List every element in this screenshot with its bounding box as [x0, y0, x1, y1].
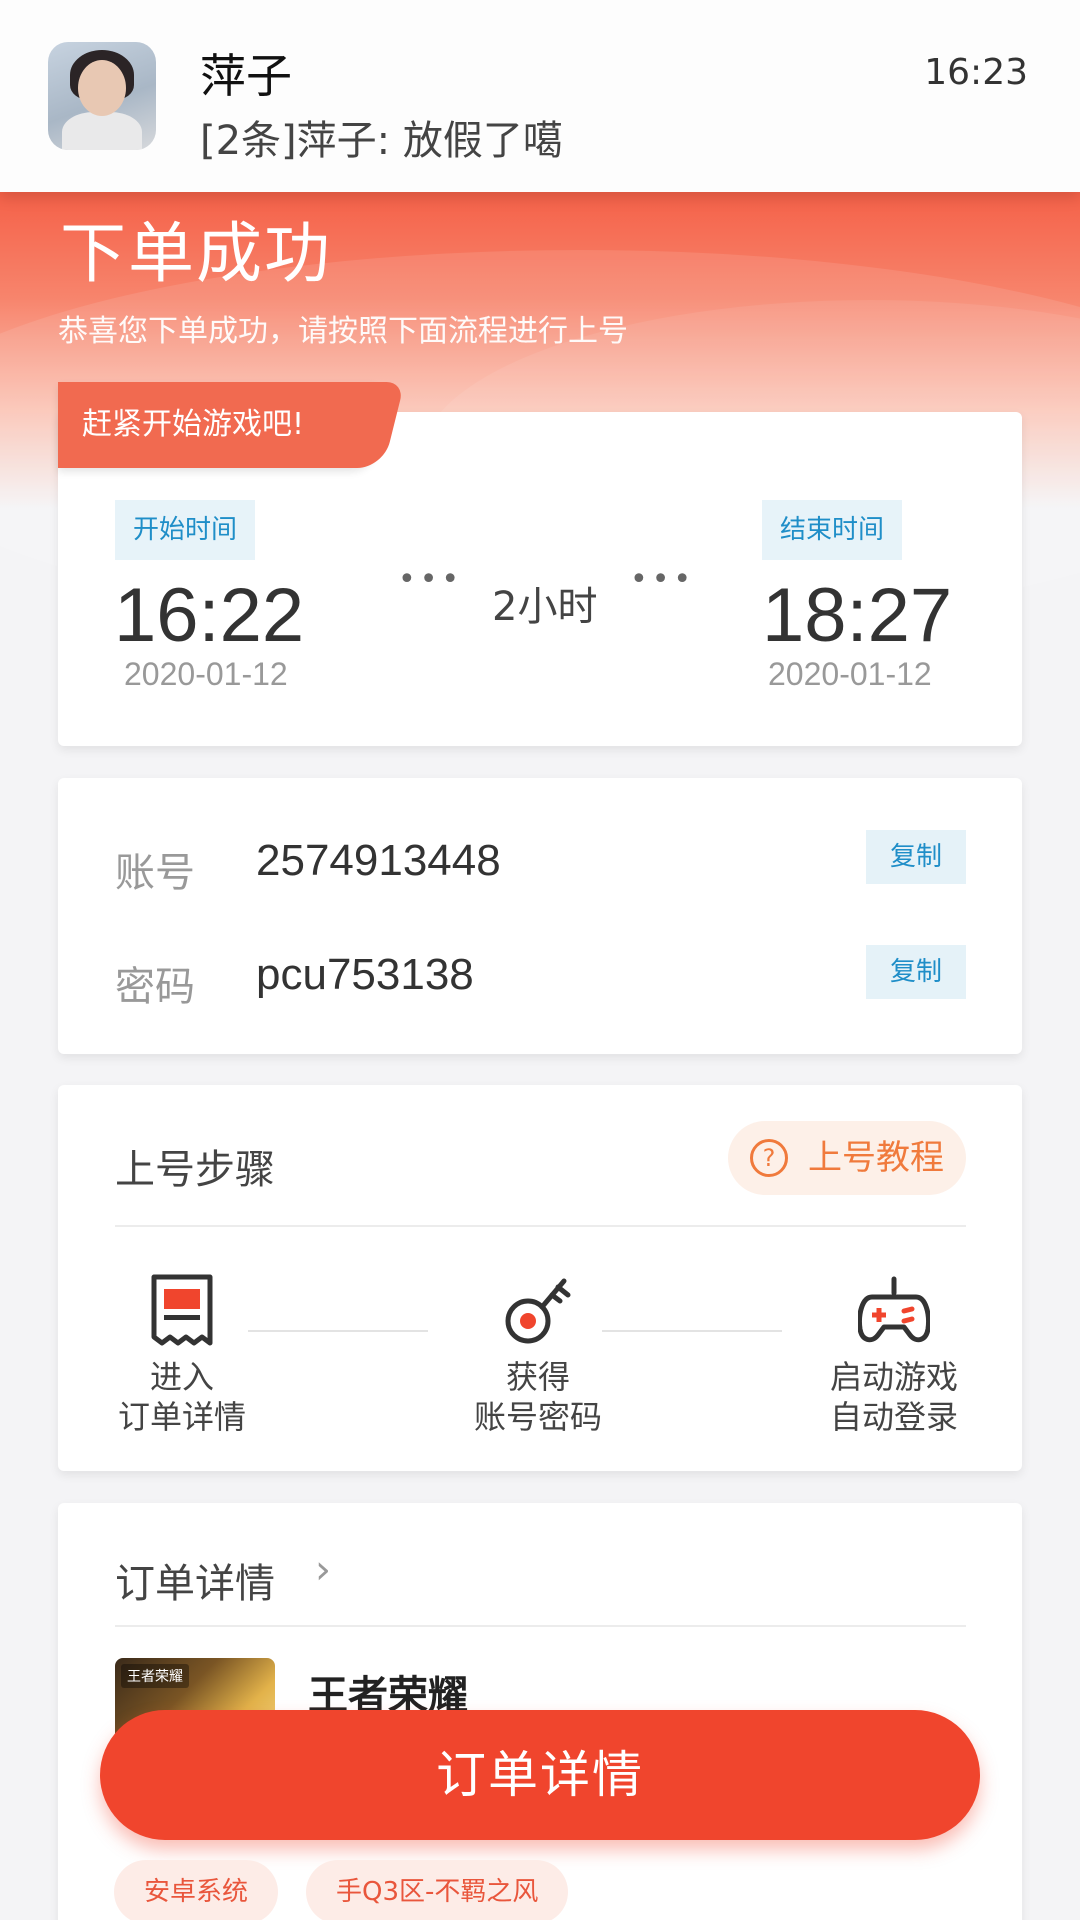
- end-date: 2020-01-12: [768, 656, 932, 692]
- step-label-order-detail: 进入 订单详情: [82, 1357, 282, 1437]
- gamepad-icon: [858, 1276, 930, 1343]
- duration-label: 2小时: [492, 584, 598, 630]
- key-icon: [505, 1278, 571, 1344]
- start-time-tag: 开始时间: [115, 500, 256, 560]
- step-label-account: 获得 账号密码: [438, 1357, 638, 1437]
- step-connector: [248, 1330, 428, 1332]
- chevron-right-icon: ›: [315, 1547, 331, 1593]
- step-label-line: 启动游戏: [829, 1358, 958, 1396]
- tutorial-label: 上号教程: [808, 1138, 944, 1178]
- avatar: [48, 42, 156, 150]
- step-connector: [602, 1330, 782, 1332]
- start-date: 2020-01-12: [124, 656, 288, 692]
- step-label-line: 订单详情: [117, 1398, 246, 1436]
- step-label-launch: 启动游戏 自动登录: [794, 1357, 994, 1437]
- end-time: 18:27: [762, 573, 953, 658]
- password-value: pcu753138: [256, 950, 474, 999]
- notification-time: 16:23: [924, 52, 1028, 93]
- tag-server: 手Q3区-不羁之风: [306, 1860, 569, 1920]
- copy-password-button[interactable]: 复制: [866, 945, 966, 999]
- tutorial-button[interactable]: ? 上号教程: [728, 1121, 966, 1195]
- notification-sender: 萍子: [200, 49, 292, 103]
- steps-title: 上号步骤: [115, 1147, 275, 1193]
- order-detail-button[interactable]: 订单详情: [100, 1710, 980, 1840]
- account-card: 账号 2574913448 复制 密码 pcu753138 复制: [58, 778, 1022, 1054]
- steps-card: 上号步骤 ? 上号教程 进入 订单详情 获得 账号密码 启动游戏 自动登录: [58, 1085, 1022, 1471]
- order-divider: [115, 1625, 966, 1627]
- game-logo: 王者荣耀: [121, 1664, 189, 1688]
- page-title: 下单成功: [60, 215, 332, 292]
- dots-right: •••: [630, 562, 696, 597]
- start-game-ribbon: 赶紧开始游戏吧!: [58, 382, 376, 468]
- step-label-line: 自动登录: [829, 1398, 958, 1436]
- step-label-line: 进入: [149, 1358, 214, 1396]
- page-subtitle: 恭喜您下单成功，请按照下面流程进行上号: [58, 314, 628, 349]
- order-detail-link[interactable]: 订单详情 ›: [115, 1543, 375, 1607]
- step-label-line: 获得: [505, 1358, 570, 1396]
- steps-divider: [115, 1225, 966, 1227]
- message-notification[interactable]: 萍子 [2条]萍子: 放假了噶 16:23: [0, 0, 1080, 192]
- notification-message: [2条]萍子: 放假了噶: [200, 118, 563, 164]
- tag-system: 安卓系统: [114, 1860, 279, 1920]
- step-label-line: 账号密码: [473, 1398, 602, 1436]
- avatar-body: [62, 112, 142, 150]
- receipt-icon: [151, 1274, 213, 1346]
- end-time-tag: 结束时间: [762, 500, 903, 560]
- copy-account-button[interactable]: 复制: [866, 830, 966, 884]
- start-time: 16:22: [114, 573, 305, 658]
- avatar-face: [78, 60, 126, 116]
- question-icon: ?: [750, 1139, 788, 1177]
- order-title: 订单详情: [115, 1561, 275, 1607]
- account-label: 账号: [115, 850, 195, 896]
- dots-left: •••: [398, 562, 464, 597]
- password-label: 密码: [115, 964, 195, 1010]
- account-value: 2574913448: [256, 836, 501, 885]
